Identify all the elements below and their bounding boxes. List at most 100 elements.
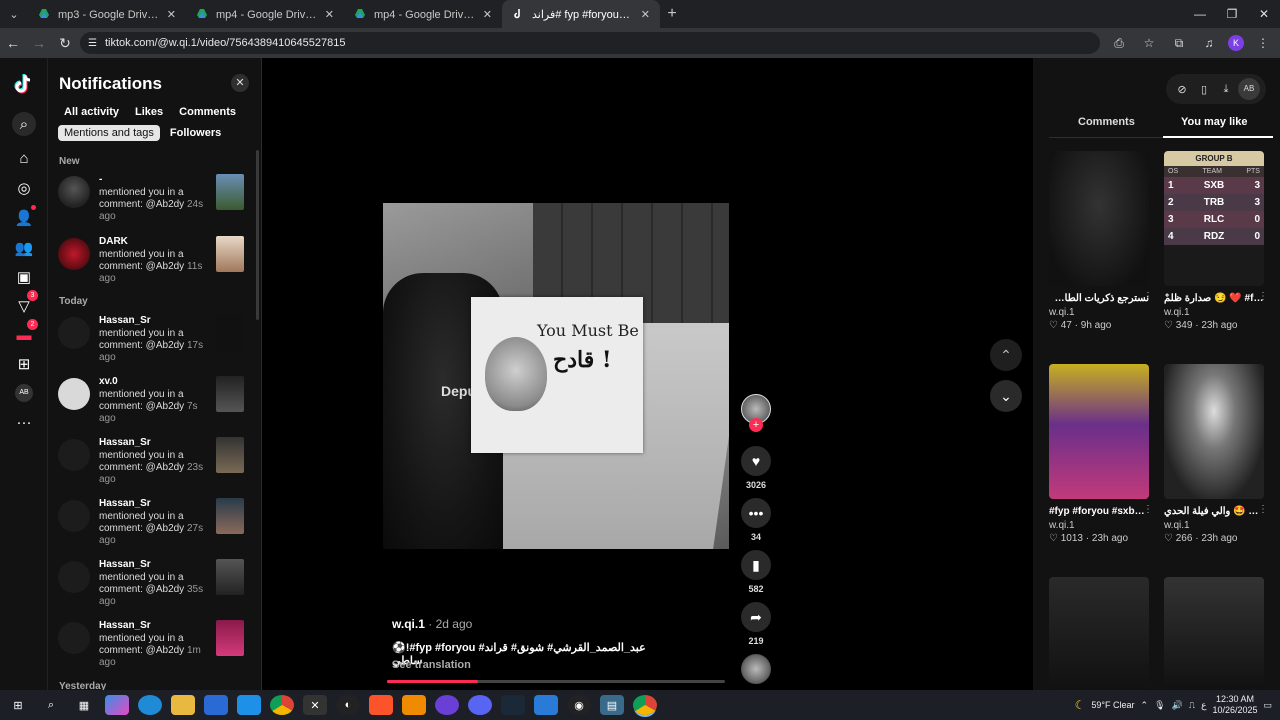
clock[interactable]: 12:30 AM 10/26/2025 [1212,694,1257,716]
live-icon[interactable]: ▣ [12,265,36,289]
tab-you-may-like[interactable]: You may like [1181,116,1247,128]
video-thumbnail[interactable] [216,498,244,534]
notification-item[interactable]: - mentioned you in a comment: @Ab2dy 24s… [58,174,248,232]
more-options-icon[interactable]: ⋮ [1143,291,1153,302]
video-thumbnail[interactable] [1164,364,1264,499]
avatar[interactable] [58,500,90,532]
reload-icon[interactable]: ↻ [52,35,78,52]
weather-icon[interactable]: ☾ [1075,698,1086,712]
recommended-video[interactable]: ⋮ #fyp #foryou #sxb# شونق w.qi.1 ♡ 1013 … [1049,364,1153,544]
avatar[interactable] [58,439,90,471]
video-thumbnail[interactable] [1164,577,1264,690]
app-icon[interactable]: ◉ [567,695,591,715]
steam-icon[interactable] [501,695,525,715]
notification-user[interactable]: Hassan_Sr [99,437,151,448]
notification-item[interactable]: Hassan_Sr mentioned you in a comment: @A… [58,620,248,678]
close-tab-icon[interactable]: ✕ [325,8,334,21]
weather-text[interactable]: 59°F Clear [1091,700,1134,710]
brave-icon[interactable] [369,695,393,715]
more-icon[interactable]: ··· [12,410,36,434]
minimize-icon[interactable]: — [1184,0,1216,28]
profile-icon[interactable]: AB [12,381,36,405]
site-info-icon[interactable]: ☰ [88,38,97,49]
home-icon[interactable]: ⌂ [12,146,36,170]
more-options-icon[interactable]: ⋮ [1143,504,1153,515]
share-icon[interactable]: ➦ [741,602,771,632]
compass-icon[interactable]: ⊘ [1172,83,1192,96]
filter-followers[interactable]: Followers [164,125,227,141]
filter-all-activity[interactable]: All activity [58,104,125,120]
video-thumbnail[interactable]: GROUP B OS TEAM PTS 1 SXB 3 2 TRB 3 3 RLC 0 4 RDZ… [1164,151,1264,286]
app-icon[interactable] [534,695,558,715]
browser-tab-1[interactable]: mp3 - Google Drive.-1-دليل ✕ [28,0,186,28]
mobile-icon[interactable]: ▯ [1194,83,1214,96]
task-view-icon[interactable]: ▦ [72,695,96,715]
avatar[interactable] [58,622,90,654]
video-thumbnail[interactable] [216,315,244,351]
creator-avatar-button[interactable]: + [740,394,772,432]
new-tab-button[interactable]: + [660,5,684,23]
language-indicator[interactable]: ع [1201,700,1206,711]
browser-tab-active[interactable]: فراند# fyp #foryou#!⚽ساطي(5) ✕ [502,0,660,28]
notification-user[interactable]: Hassan_Sr [99,315,151,326]
app-icon[interactable]: ▤ [600,695,624,715]
close-icon[interactable]: ✕ [231,74,249,92]
search-icon[interactable]: ⌕ [39,695,63,715]
scrollbar[interactable] [256,150,259,320]
address-bar[interactable]: ☰ tiktok.com/@w.qi.1/video/7564389410645… [80,32,1100,54]
filter-likes[interactable]: Likes [129,104,169,120]
video-thumbnail[interactable] [216,559,244,595]
volume-icon[interactable]: 🔊 [1172,700,1183,711]
notification-item[interactable]: Hassan_Sr mentioned you in a comment: @A… [58,437,248,495]
friends-icon[interactable]: 👥 [12,236,36,260]
extensions-icon[interactable]: ⧉ [1168,36,1190,51]
more-options-icon[interactable]: ⋮ [1258,504,1268,515]
chevron-up-icon[interactable]: ⌃ [1141,700,1149,711]
download-icon[interactable]: ⤓ [1216,83,1236,96]
close-tab-icon[interactable]: ✕ [167,8,176,21]
comment-icon[interactable]: ••• [741,498,771,528]
github-icon[interactable]: ◐ [336,695,360,715]
video-thumbnail[interactable] [216,376,244,412]
video-progress-bar[interactable] [387,680,725,683]
bookmark-star-icon[interactable]: ☆ [1138,36,1160,50]
see-translation-link[interactable]: See translation [392,659,471,671]
close-tab-icon[interactable]: ✕ [483,8,492,21]
back-icon[interactable]: ← [0,35,26,51]
notification-user[interactable]: xv.0 [99,376,118,387]
video-author[interactable]: w.qi.1 [1049,307,1149,318]
install-app-icon[interactable]: ⎙ [1108,36,1130,51]
notification-user[interactable]: - [99,174,102,185]
windows-start-icon[interactable]: ⊞ [6,695,30,715]
heart-icon[interactable]: ♥ [741,446,771,476]
media-controls-icon[interactable]: ♫ [1198,36,1220,50]
filter-comments[interactable]: Comments [173,104,242,120]
vlc-icon[interactable] [402,695,426,715]
video-thumbnail[interactable] [1049,577,1149,690]
more-options-icon[interactable]: ⋮ [1258,291,1268,302]
store-icon[interactable] [204,695,228,715]
notification-item[interactable]: DARK mentioned you in a comment: @Ab2dy … [58,236,248,294]
music-disc-button[interactable] [740,654,772,684]
follow-plus-icon[interactable]: + [749,418,763,432]
video-thumbnail[interactable] [216,437,244,473]
microphone-icon[interactable]: 🎙 [1154,700,1165,711]
video-thumbnail[interactable] [216,620,244,656]
recommended-video[interactable] [1164,577,1264,690]
video-author[interactable]: w.qi.1 · 2d ago [392,617,472,631]
messages-icon[interactable]: ▬ 2 [12,319,38,347]
user-avatar[interactable]: AB [1238,78,1260,100]
notification-item[interactable]: Hassan_Sr mentioned you in a comment: @A… [58,498,248,556]
search-icon[interactable]: ⌕ [12,112,36,136]
notification-user[interactable]: Hassan_Sr [99,498,151,509]
video-author[interactable]: w.qi.1 [1164,520,1264,531]
video-author[interactable]: w.qi.1 [1049,520,1149,531]
upload-icon[interactable]: ⊞ [12,352,36,376]
browser-tab-2[interactable]: mp4 - Google Drive.-2 دليل ✕ [186,0,344,28]
bookmark-icon[interactable]: ▮ [741,550,771,580]
avatar[interactable] [58,378,90,410]
edge-icon[interactable] [138,695,162,715]
activity-icon[interactable]: ▽ 3 [12,290,38,318]
profile-avatar[interactable]: K [1228,35,1244,51]
app-icon[interactable] [435,695,459,715]
